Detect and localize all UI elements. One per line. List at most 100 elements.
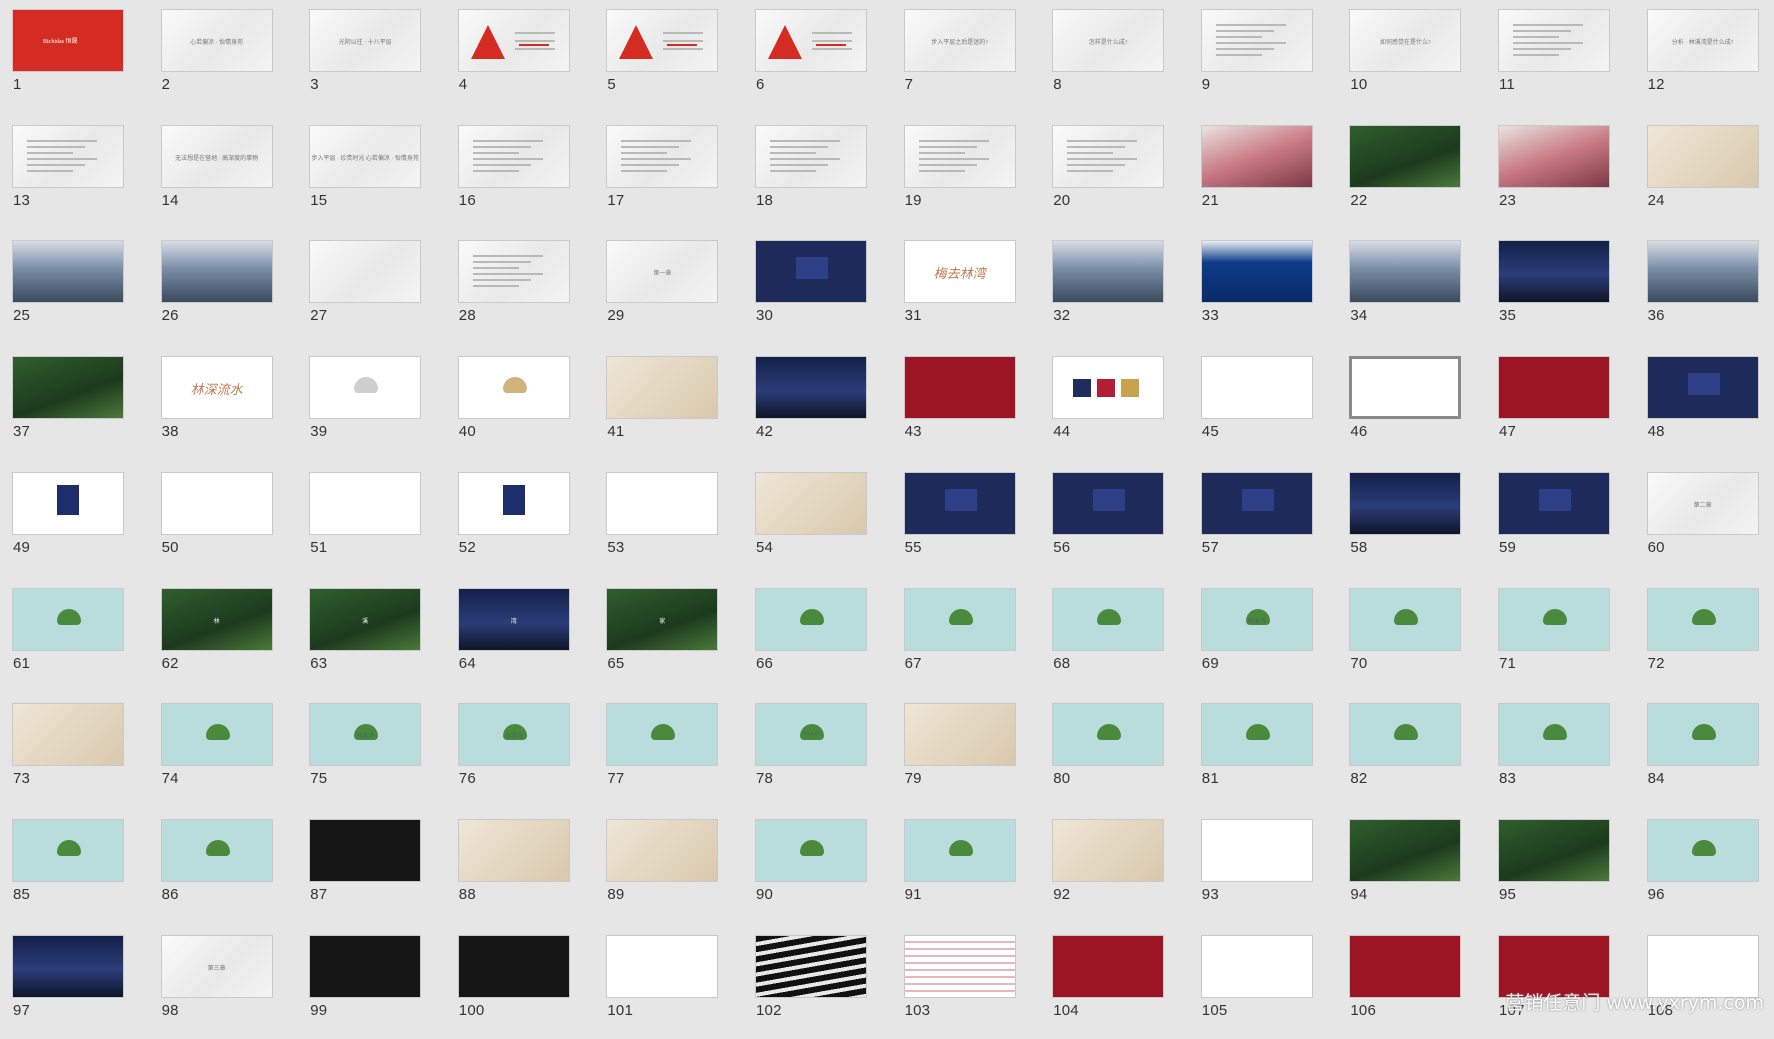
slide-thumbnail[interactable]: 84	[1646, 703, 1774, 807]
slide-thumbnail[interactable]: 26	[160, 240, 295, 344]
slide-thumbnail[interactable]: 74	[160, 703, 295, 807]
slide-thumbnail[interactable]: 56	[1052, 471, 1186, 576]
slide-thumbnail[interactable]: 55	[903, 471, 1038, 576]
slide-thumbnail[interactable]: 22	[1349, 124, 1483, 229]
slide-thumbnail[interactable]: 35	[1498, 240, 1632, 344]
slide-thumbnail[interactable]: 104	[1052, 934, 1186, 1039]
slide-thumbnail[interactable]: 106	[1349, 934, 1483, 1039]
slide-thumbnail[interactable]: 45	[1200, 356, 1335, 460]
slide-thumbnail[interactable]: 87	[309, 818, 443, 923]
slide-thumbnail[interactable]: 怎样是什么成? 8	[1052, 9, 1186, 113]
slide-thumbnail[interactable]: 林 62	[160, 587, 295, 692]
slide-thumbnail[interactable]: 90	[755, 818, 889, 923]
slide-thumbnail[interactable]: 83	[1498, 703, 1632, 807]
slide-thumbnail[interactable]: 28	[457, 240, 592, 344]
slide-thumbnail[interactable]: 94	[1349, 818, 1483, 923]
slide-thumbnail[interactable]: 57	[1200, 471, 1335, 576]
slide-thumbnail[interactable]: 40	[457, 356, 592, 460]
slide-thumbnail[interactable]: 96	[1646, 818, 1774, 923]
slide-thumbnail[interactable]: 23	[1498, 124, 1632, 229]
slide-thumbnail[interactable]: 46	[1349, 356, 1483, 460]
slide-thumbnail[interactable]: 家 65	[606, 587, 740, 692]
slide-thumbnail[interactable]: 20	[1052, 124, 1186, 229]
slide-thumbnail[interactable]: 4	[457, 9, 592, 113]
slide-thumbnail[interactable]: 88	[457, 818, 592, 923]
slide-thumbnail[interactable]: 13	[12, 124, 146, 229]
slide-thumbnail[interactable]: 第一章 29	[606, 240, 740, 344]
slide-thumbnail[interactable]: 第三章 98	[160, 934, 295, 1039]
slide-thumbnail[interactable]: 42	[755, 356, 889, 460]
slide-thumbnail[interactable]: 80	[1052, 703, 1186, 807]
slide-thumbnail[interactable]: 34	[1349, 240, 1483, 344]
slide-thumbnail[interactable]: 19	[903, 124, 1038, 229]
slide-thumbnail[interactable]: 107	[1498, 934, 1632, 1039]
slide-thumbnail[interactable]: 无法想是在营地 · 高深度的事物 14	[160, 124, 295, 229]
slide-thumbnail[interactable]: 6	[755, 9, 889, 113]
slide-thumbnail[interactable]: 97	[12, 934, 146, 1039]
slide-thumbnail[interactable]: 81	[1200, 703, 1335, 807]
slide-thumbnail[interactable]: 32	[1052, 240, 1186, 344]
slide-thumbnail[interactable]: 67	[903, 587, 1038, 692]
slide-thumbnail[interactable]: 9	[1200, 9, 1335, 113]
slide-thumbnail[interactable]: 79	[903, 703, 1038, 807]
slide-thumbnail[interactable]: 89	[606, 818, 740, 923]
slide-thumbnail[interactable]: 47	[1498, 356, 1632, 460]
slide-thumbnail[interactable]: 59	[1498, 471, 1632, 576]
slide-thumbnail[interactable]: 18	[755, 124, 889, 229]
slide-thumbnail[interactable]: 82	[1349, 703, 1483, 807]
slide-thumbnail[interactable]: 92	[1052, 818, 1186, 923]
slide-thumbnail[interactable]: 光阴以往 · 十八平层 3	[309, 9, 443, 113]
slide-thumbnail[interactable]: 93	[1200, 818, 1335, 923]
slide-thumbnail[interactable]: 86	[160, 818, 295, 923]
slide-thumbnail[interactable]: 77	[606, 703, 740, 807]
slide-thumbnail[interactable]: 71	[1498, 587, 1632, 692]
slide-thumbnail[interactable]: 99	[309, 934, 443, 1039]
slide-thumbnail[interactable]: 17	[606, 124, 740, 229]
slide-thumbnail[interactable]: 16	[457, 124, 592, 229]
slide-thumbnail[interactable]: 102	[755, 934, 889, 1039]
slide-thumbnail[interactable]: 54	[755, 471, 889, 576]
slide-thumbnail[interactable]: 如何感觉在是什么? 10	[1349, 9, 1483, 113]
slide-thumbnail[interactable]: 25	[12, 240, 146, 344]
slide-thumbnail[interactable]: 43	[903, 356, 1038, 460]
slide-thumbnail[interactable]: Mr.Lin 78	[755, 703, 889, 807]
slide-thumbnail[interactable]: 溪 63	[309, 587, 443, 692]
slide-thumbnail[interactable]: 103	[903, 934, 1038, 1039]
slide-thumbnail[interactable]: 梅去林湾 31	[903, 240, 1038, 344]
slide-thumbnail[interactable]: 108	[1646, 934, 1774, 1039]
slide-thumbnail[interactable]: 分析 · 林溪湾是什么成? 12	[1646, 9, 1774, 113]
slide-thumbnail[interactable]: 39	[309, 356, 443, 460]
slide-thumbnail[interactable]: Bichidas 恒晟 1	[12, 9, 146, 113]
slide-thumbnail[interactable]: 50	[160, 471, 295, 576]
slide-thumbnail[interactable]: 林溪湾 75	[309, 703, 443, 807]
slide-thumbnail[interactable]: 湾 64	[457, 587, 592, 692]
slide-thumbnail[interactable]: 林溪湾 76	[457, 703, 592, 807]
slide-thumbnail[interactable]: 95	[1498, 818, 1632, 923]
slide-thumbnail[interactable]: 68	[1052, 587, 1186, 692]
slide-thumbnail[interactable]: 21	[1200, 124, 1335, 229]
slide-thumbnail[interactable]: 步入平层之后是迷的? 7	[903, 9, 1038, 113]
slide-thumbnail[interactable]: 105	[1200, 934, 1335, 1039]
slide-thumbnail[interactable]: 58	[1349, 471, 1483, 576]
slide-thumbnail[interactable]: 61	[12, 587, 146, 692]
slide-thumbnail[interactable]: 5	[606, 9, 740, 113]
slide-thumbnail[interactable]: 33	[1200, 240, 1335, 344]
slide-thumbnail[interactable]: 100	[457, 934, 592, 1039]
slide-thumbnail[interactable]: 27	[309, 240, 443, 344]
slide-thumbnail[interactable]: 48	[1646, 356, 1774, 460]
slide-thumbnail[interactable]: 36	[1646, 240, 1774, 344]
slide-thumbnail[interactable]: 44	[1052, 356, 1186, 460]
slide-thumbnail[interactable]: 70	[1349, 587, 1483, 692]
slide-thumbnail[interactable]: 心若偏凉 · 怡情身苑 2	[160, 9, 295, 113]
slide-thumbnail[interactable]: 林深流水 38	[160, 356, 295, 460]
slide-thumbnail[interactable]: 37	[12, 356, 146, 460]
slide-thumbnail[interactable]: 41	[606, 356, 740, 460]
slide-thumbnail[interactable]: 53	[606, 471, 740, 576]
slide-thumbnail[interactable]: 30	[755, 240, 889, 344]
slide-thumbnail[interactable]: 24	[1646, 124, 1774, 229]
slide-thumbnail[interactable]: 49	[12, 471, 146, 576]
slide-thumbnail[interactable]: 11	[1498, 9, 1632, 113]
slide-thumbnail[interactable]: 73	[12, 703, 146, 807]
slide-thumbnail[interactable]: 72	[1646, 587, 1774, 692]
slide-thumbnail[interactable]: 85	[12, 818, 146, 923]
